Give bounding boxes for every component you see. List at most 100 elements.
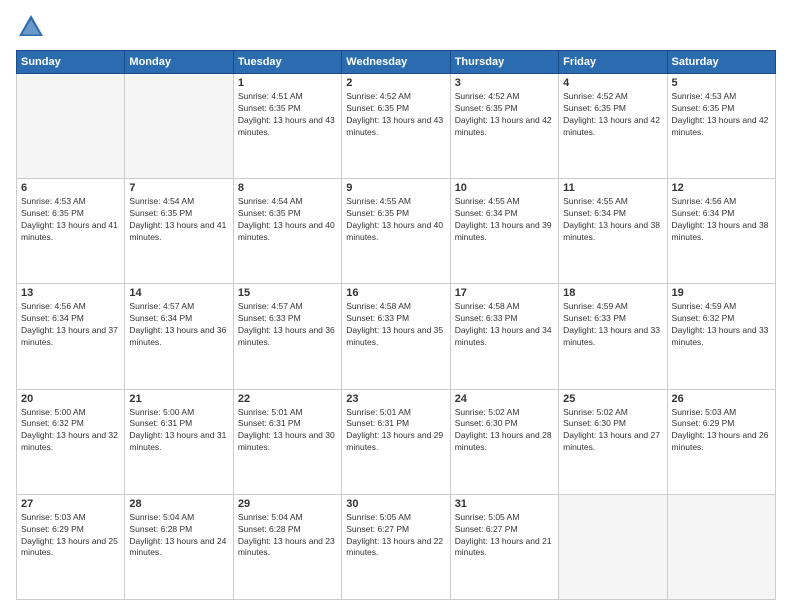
day-number: 16: [346, 287, 445, 299]
weekday-wednesday: Wednesday: [342, 51, 450, 74]
weekday-saturday: Saturday: [667, 51, 775, 74]
day-cell: 17 Sunrise: 4:58 AMSunset: 6:33 PMDayligh…: [450, 284, 558, 389]
day-number: 5: [672, 77, 771, 89]
day-info: Sunrise: 5:02 AMSunset: 6:30 PMDaylight:…: [563, 407, 662, 455]
day-cell: 30 Sunrise: 5:05 AMSunset: 6:27 PMDayligh…: [342, 494, 450, 599]
day-cell: 5Sunrise: 4:53 AMSunset: 6:35 PMDaylight…: [667, 74, 775, 179]
day-info: Sunrise: 4:58 AMSunset: 6:33 PMDaylight:…: [346, 301, 445, 349]
day-cell: 1 Sunrise: 4:51 AMSunset: 6:35 PMDaylight…: [233, 74, 341, 179]
day-number: 22: [238, 393, 337, 405]
day-info: Sunrise: 5:03 AMSunset: 6:29 PMDaylight:…: [672, 407, 771, 455]
day-info: Sunrise: 5:01 AMSunset: 6:31 PMDaylight:…: [346, 407, 445, 455]
day-cell: 23 Sunrise: 5:01 AMSunset: 6:31 PMDayligh…: [342, 389, 450, 494]
day-info: Sunrise: 5:01 AMSunset: 6:31 PMDaylight:…: [238, 407, 337, 455]
day-number: 25: [563, 393, 662, 405]
day-info: Sunrise: 4:59 AMSunset: 6:33 PMDaylight:…: [563, 301, 662, 349]
weekday-header-row: SundayMondayTuesdayWednesdayThursdayFrid…: [17, 51, 776, 74]
day-cell: 24Sunrise: 5:02 AMSunset: 6:30 PMDayligh…: [450, 389, 558, 494]
day-info: Sunrise: 4:51 AMSunset: 6:35 PMDaylight:…: [238, 91, 337, 139]
weekday-tuesday: Tuesday: [233, 51, 341, 74]
day-info: Sunrise: 4:55 AMSunset: 6:35 PMDaylight:…: [346, 196, 445, 244]
day-number: 29: [238, 498, 337, 510]
day-info: Sunrise: 4:54 AMSunset: 6:35 PMDaylight:…: [238, 196, 337, 244]
day-info: Sunrise: 4:58 AMSunset: 6:33 PMDaylight:…: [455, 301, 554, 349]
day-cell: [17, 74, 125, 179]
day-cell: 21Sunrise: 5:00 AMSunset: 6:31 PMDayligh…: [125, 389, 233, 494]
day-cell: 14 Sunrise: 4:57 AMSunset: 6:34 PMDayligh…: [125, 284, 233, 389]
day-number: 27: [21, 498, 120, 510]
day-number: 23: [346, 393, 445, 405]
weekday-friday: Friday: [559, 51, 667, 74]
day-cell: 2 Sunrise: 4:52 AMSunset: 6:35 PMDaylight…: [342, 74, 450, 179]
day-number: 8: [238, 182, 337, 194]
day-info: Sunrise: 4:56 AMSunset: 6:34 PMDaylight:…: [672, 196, 771, 244]
day-number: 14: [129, 287, 228, 299]
day-info: Sunrise: 5:05 AMSunset: 6:27 PMDaylight:…: [455, 512, 554, 560]
day-cell: 13 Sunrise: 4:56 AMSunset: 6:34 PMDayligh…: [17, 284, 125, 389]
day-cell: 6 Sunrise: 4:53 AMSunset: 6:35 PMDaylight…: [17, 179, 125, 284]
day-info: Sunrise: 5:04 AMSunset: 6:28 PMDaylight:…: [238, 512, 337, 560]
day-cell: 19 Sunrise: 4:59 AMSunset: 6:32 PMDayligh…: [667, 284, 775, 389]
day-cell: [559, 494, 667, 599]
day-number: 24: [455, 393, 554, 405]
day-cell: 9 Sunrise: 4:55 AMSunset: 6:35 PMDaylight…: [342, 179, 450, 284]
day-info: Sunrise: 4:55 AMSunset: 6:34 PMDaylight:…: [455, 196, 554, 244]
day-cell: 28 Sunrise: 5:04 AMSunset: 6:28 PMDayligh…: [125, 494, 233, 599]
day-info: Sunrise: 4:57 AMSunset: 6:33 PMDaylight:…: [238, 301, 337, 349]
day-info: Sunrise: 5:05 AMSunset: 6:27 PMDaylight:…: [346, 512, 445, 560]
day-number: 10: [455, 182, 554, 194]
day-info: Sunrise: 5:04 AMSunset: 6:28 PMDaylight:…: [129, 512, 228, 560]
day-info: Sunrise: 4:54 AMSunset: 6:35 PMDaylight:…: [129, 196, 228, 244]
day-cell: 10 Sunrise: 4:55 AMSunset: 6:34 PMDayligh…: [450, 179, 558, 284]
day-cell: 7Sunrise: 4:54 AMSunset: 6:35 PMDaylight…: [125, 179, 233, 284]
day-number: 6: [21, 182, 120, 194]
day-cell: 18Sunrise: 4:59 AMSunset: 6:33 PMDayligh…: [559, 284, 667, 389]
day-cell: 11 Sunrise: 4:55 AMSunset: 6:34 PMDayligh…: [559, 179, 667, 284]
day-number: 9: [346, 182, 445, 194]
day-number: 12: [672, 182, 771, 194]
day-cell: 3Sunrise: 4:52 AMSunset: 6:35 PMDaylight…: [450, 74, 558, 179]
day-number: 13: [21, 287, 120, 299]
day-cell: 8 Sunrise: 4:54 AMSunset: 6:35 PMDaylight…: [233, 179, 341, 284]
logo-icon: [16, 12, 46, 42]
day-cell: [125, 74, 233, 179]
day-number: 30: [346, 498, 445, 510]
day-cell: 25 Sunrise: 5:02 AMSunset: 6:30 PMDayligh…: [559, 389, 667, 494]
weekday-thursday: Thursday: [450, 51, 558, 74]
day-number: 1: [238, 77, 337, 89]
page: SundayMondayTuesdayWednesdayThursdayFrid…: [0, 0, 792, 612]
day-info: Sunrise: 4:59 AMSunset: 6:32 PMDaylight:…: [672, 301, 771, 349]
day-info: Sunrise: 5:00 AMSunset: 6:31 PMDaylight:…: [129, 407, 228, 455]
day-info: Sunrise: 5:03 AMSunset: 6:29 PMDaylight:…: [21, 512, 120, 560]
day-number: 31: [455, 498, 554, 510]
week-row-5: 27 Sunrise: 5:03 AMSunset: 6:29 PMDayligh…: [17, 494, 776, 599]
day-info: Sunrise: 4:53 AMSunset: 6:35 PMDaylight:…: [21, 196, 120, 244]
week-row-4: 20Sunrise: 5:00 AMSunset: 6:32 PMDayligh…: [17, 389, 776, 494]
day-number: 17: [455, 287, 554, 299]
day-number: 11: [563, 182, 662, 194]
week-row-2: 6 Sunrise: 4:53 AMSunset: 6:35 PMDaylight…: [17, 179, 776, 284]
day-cell: 16 Sunrise: 4:58 AMSunset: 6:33 PMDayligh…: [342, 284, 450, 389]
weekday-sunday: Sunday: [17, 51, 125, 74]
day-info: Sunrise: 4:56 AMSunset: 6:34 PMDaylight:…: [21, 301, 120, 349]
day-cell: 26 Sunrise: 5:03 AMSunset: 6:29 PMDayligh…: [667, 389, 775, 494]
day-number: 4: [563, 77, 662, 89]
day-cell: 29 Sunrise: 5:04 AMSunset: 6:28 PMDayligh…: [233, 494, 341, 599]
day-info: Sunrise: 4:55 AMSunset: 6:34 PMDaylight:…: [563, 196, 662, 244]
day-cell: 22 Sunrise: 5:01 AMSunset: 6:31 PMDayligh…: [233, 389, 341, 494]
day-info: Sunrise: 4:57 AMSunset: 6:34 PMDaylight:…: [129, 301, 228, 349]
day-number: 2: [346, 77, 445, 89]
day-number: 3: [455, 77, 554, 89]
logo: [16, 12, 50, 42]
day-info: Sunrise: 4:52 AMSunset: 6:35 PMDaylight:…: [346, 91, 445, 139]
day-cell: 15 Sunrise: 4:57 AMSunset: 6:33 PMDayligh…: [233, 284, 341, 389]
week-row-1: 1 Sunrise: 4:51 AMSunset: 6:35 PMDaylight…: [17, 74, 776, 179]
day-info: Sunrise: 4:52 AMSunset: 6:35 PMDaylight:…: [563, 91, 662, 139]
day-cell: 4 Sunrise: 4:52 AMSunset: 6:35 PMDaylight…: [559, 74, 667, 179]
day-number: 19: [672, 287, 771, 299]
day-number: 28: [129, 498, 228, 510]
header: [16, 12, 776, 42]
day-number: 26: [672, 393, 771, 405]
day-cell: 12 Sunrise: 4:56 AMSunset: 6:34 PMDayligh…: [667, 179, 775, 284]
day-number: 15: [238, 287, 337, 299]
